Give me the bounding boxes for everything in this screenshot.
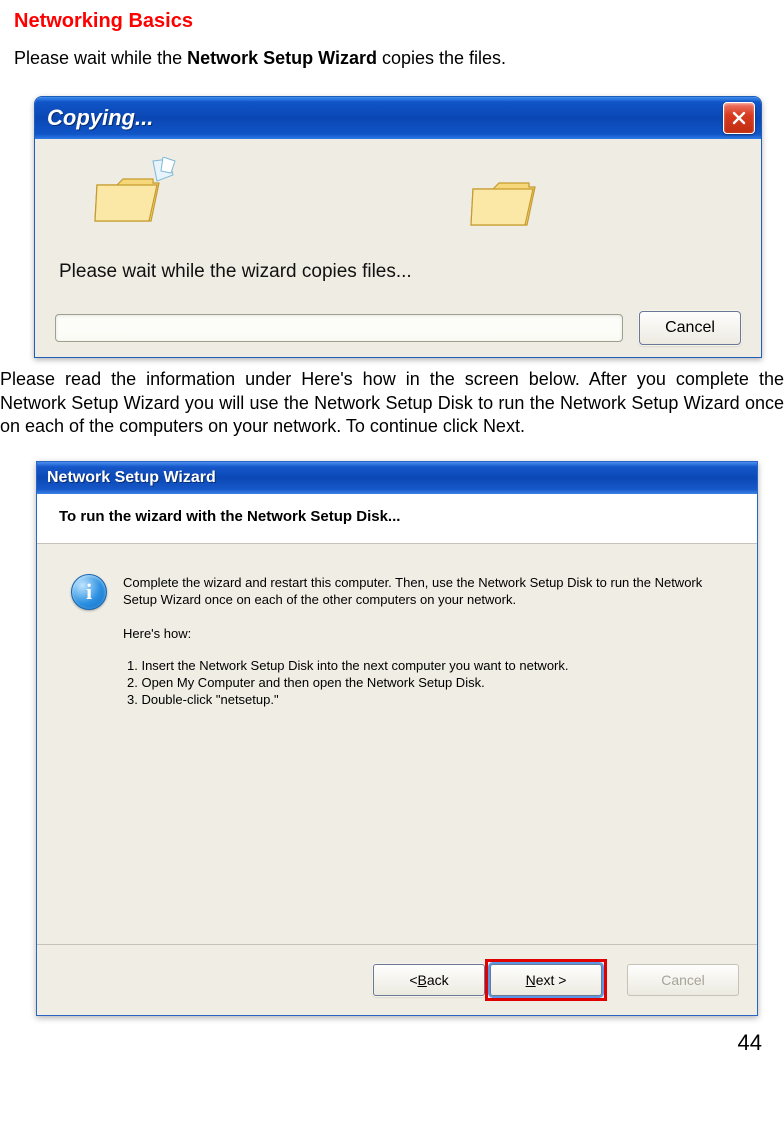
- cancel-button[interactable]: Cancel: [639, 311, 741, 345]
- wizard-content: i Complete the wizard and restart this c…: [37, 544, 757, 944]
- wizard-step-3: 3. Double-click "netsetup.": [127, 692, 723, 707]
- folder-dest-icon: [469, 175, 539, 231]
- copying-title: Copying...: [47, 105, 153, 131]
- wizard-cancel-button: Cancel: [627, 964, 739, 996]
- close-button[interactable]: [723, 102, 755, 134]
- back-prefix: <: [409, 972, 417, 988]
- mid-t3: you will use the: [180, 393, 315, 413]
- back-button[interactable]: < Back: [373, 964, 485, 996]
- flying-paper-icon: [147, 157, 177, 187]
- page-number: 44: [0, 1030, 762, 1056]
- wizard-step-1: 1. Insert the Network Setup Disk into th…: [127, 658, 723, 673]
- copying-titlebar: Copying...: [35, 97, 761, 139]
- mid-b5: Next.: [483, 416, 525, 436]
- mid-paragraph: Please read the information under Here's…: [0, 368, 784, 438]
- copy-animation: [93, 165, 741, 243]
- wizard-how-label: Here's how:: [123, 625, 723, 643]
- mid-t1: Please read the information under: [0, 369, 301, 389]
- copying-dialog: Copying...: [34, 96, 762, 358]
- wizard-step-2: 2. Open My Computer and then open the Ne…: [127, 675, 723, 690]
- intro-suffix: copies the files.: [377, 48, 506, 68]
- progress-bar: [55, 314, 623, 342]
- info-icon: i: [71, 574, 107, 610]
- next-suffix: ext >: [536, 972, 567, 988]
- next-underline: N: [526, 972, 536, 988]
- mid-t4: to run the: [473, 393, 560, 413]
- mid-b1: Here's how: [301, 369, 395, 389]
- back-suffix: ack: [427, 972, 449, 988]
- intro-paragraph: Please wait while the Network Setup Wiza…: [14, 47, 774, 70]
- wizard-steps: 1. Insert the Network Setup Disk into th…: [127, 658, 723, 707]
- wizard-footer: < Back Next > Cancel: [37, 944, 757, 1015]
- intro-prefix: Please wait while the: [14, 48, 187, 68]
- next-button[interactable]: Next >: [490, 964, 602, 996]
- copying-body: Please wait while the wizard copies file…: [35, 139, 761, 357]
- mid-b2: Network Setup Wizard: [0, 393, 180, 413]
- wizard-instructions: Complete the wizard and restart this com…: [123, 574, 723, 710]
- mid-t2: in the screen below. After you complete …: [396, 369, 784, 389]
- wizard-heading: To run the wizard with the Network Setup…: [59, 508, 400, 525]
- intro-bold: Network Setup Wizard: [187, 48, 377, 68]
- back-underline: B: [418, 972, 427, 988]
- copying-message: Please wait while the wizard copies file…: [59, 261, 741, 283]
- close-icon: [731, 110, 747, 126]
- wizard-header: To run the wizard with the Network Setup…: [37, 494, 757, 544]
- mid-b4: Network Setup Wizard: [560, 393, 740, 413]
- wizard-para: Complete the wizard and restart this com…: [123, 574, 723, 609]
- wizard-titlebar: Network Setup Wizard: [37, 462, 757, 494]
- mid-b3: Network Setup Disk: [314, 393, 473, 413]
- wizard-dialog: Network Setup Wizard To run the wizard w…: [36, 461, 758, 1016]
- wizard-title: Network Setup Wizard: [47, 469, 216, 487]
- page-heading: Networking Basics: [14, 10, 784, 33]
- next-highlight: Next >: [485, 959, 607, 1001]
